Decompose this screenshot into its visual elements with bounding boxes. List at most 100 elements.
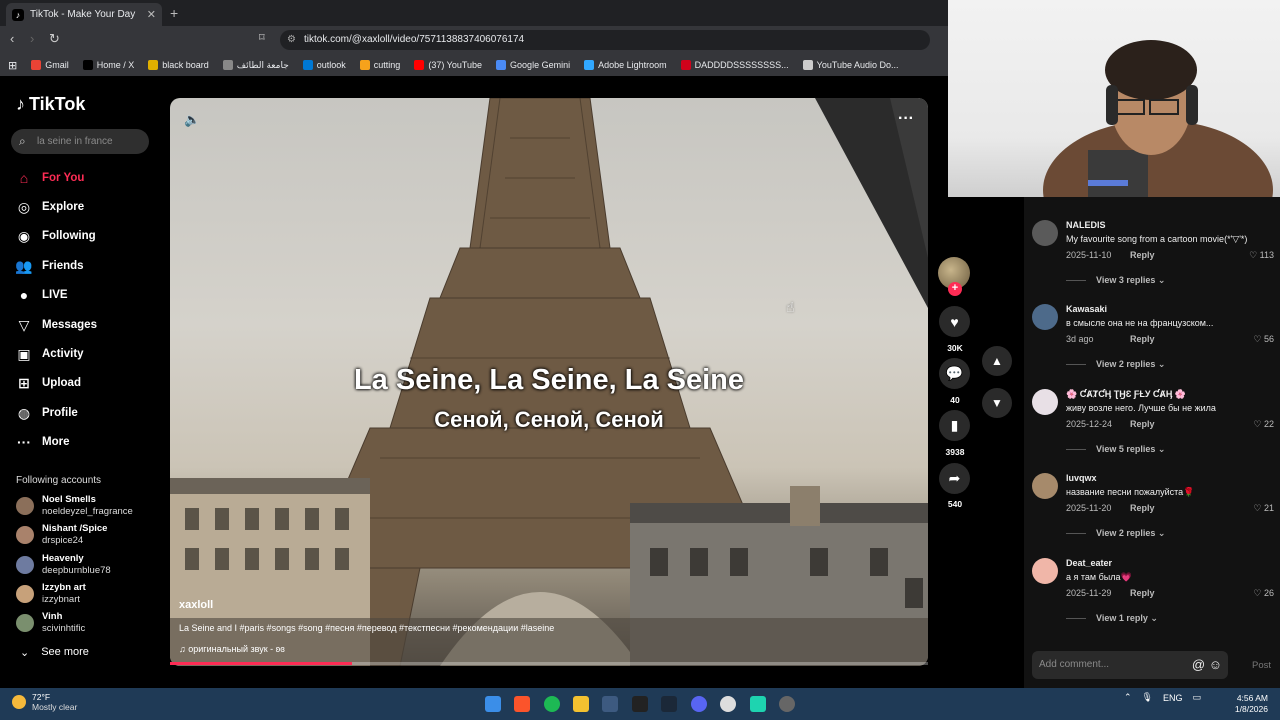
- previous-video-button[interactable]: ▲: [982, 346, 1012, 376]
- following-account[interactable]: Noel Smells noeldeyzel_fragrance: [16, 494, 133, 518]
- sidebar-item-live[interactable]: ● LIVE: [16, 287, 68, 303]
- avatar[interactable]: [1032, 220, 1058, 246]
- file-explorer-icon[interactable]: [573, 696, 589, 712]
- bookmark-item[interactable]: Google Gemini: [496, 60, 570, 70]
- comment-like-button[interactable]: ♡ 113: [1249, 250, 1274, 261]
- sidebar-item-activity[interactable]: ▣ Activity: [16, 346, 83, 362]
- sidebar-item-for-you[interactable]: ⌂ For You: [16, 170, 85, 186]
- language-indicator[interactable]: ENG: [1163, 693, 1183, 703]
- share-button[interactable]: ➦: [939, 463, 970, 494]
- sidebar-item-friends[interactable]: 👥 Friends: [15, 258, 83, 274]
- bookmark-item[interactable]: Home / X: [82, 60, 134, 70]
- bookmark-item[interactable]: Adobe Lightroom: [584, 60, 667, 70]
- following-account[interactable]: Nishant /Spice drspice24: [16, 523, 107, 547]
- comment-username[interactable]: NALEDIS: [1066, 220, 1106, 230]
- follow-plus-icon[interactable]: +: [948, 282, 962, 296]
- bookmark-item[interactable]: cutting: [359, 60, 401, 70]
- bookmark-item[interactable]: black board: [148, 60, 209, 70]
- mic-icon[interactable]: 🎙: [1142, 692, 1153, 703]
- mention-emoji-icons[interactable]: @ ☺: [1192, 651, 1222, 679]
- sidebar-item-more[interactable]: ··· More: [16, 434, 69, 450]
- add-comment-input[interactable]: Add comment... @ ☺: [1032, 651, 1228, 679]
- account-name: Nishant /Spice: [42, 523, 108, 534]
- close-tab-icon[interactable]: ✕: [147, 8, 156, 21]
- bookmark-item[interactable]: DADDDDSSSSSSSS...: [680, 60, 789, 70]
- address-bar[interactable]: ⚙ tiktok.com/@xaxloll/video/757113883740…: [280, 30, 930, 50]
- comment-username[interactable]: Deat_eater: [1066, 558, 1112, 568]
- avatar[interactable]: [1032, 389, 1058, 415]
- new-tab-icon[interactable]: +: [170, 5, 178, 21]
- view-replies-button[interactable]: View 3 replies ⌄: [1066, 275, 1165, 286]
- avatar[interactable]: [1032, 304, 1058, 330]
- bookmark-item[interactable]: YouTube Audio Do...: [802, 60, 899, 70]
- see-more-button[interactable]: ⌄ See more: [20, 646, 89, 659]
- brave-icon[interactable]: [514, 696, 530, 712]
- bookmark-item[interactable]: جامعة الطائف: [222, 60, 289, 71]
- account-name: Izzybn art: [42, 582, 86, 593]
- bookmark-label: cutting: [373, 60, 401, 70]
- sidebar-item-explore[interactable]: ◎ Explore: [16, 199, 84, 215]
- bookmark-item[interactable]: outlook: [302, 60, 346, 70]
- clock[interactable]: 4:56 AM 1/8/2026: [1232, 693, 1268, 715]
- comment-like-button[interactable]: ♡ 26: [1253, 588, 1274, 599]
- comment-like-button[interactable]: ♡ 56: [1253, 334, 1274, 345]
- network-icon[interactable]: ▭: [1193, 692, 1202, 703]
- view-replies-button[interactable]: View 1 reply ⌄: [1066, 613, 1158, 624]
- bookmark-item[interactable]: Gmail: [31, 60, 69, 70]
- upload-icon: ⊞: [18, 374, 30, 391]
- sidebar-item-upload[interactable]: ⊞ Upload: [16, 375, 81, 391]
- comment-button[interactable]: 💬: [939, 358, 970, 389]
- following-account[interactable]: Izzybn art izzybnart: [16, 582, 86, 606]
- avatar[interactable]: [1032, 558, 1058, 584]
- following-account[interactable]: Heavenly deepburnblue78: [16, 553, 111, 577]
- obs-icon[interactable]: [779, 696, 795, 712]
- site-info-icon[interactable]: ⚙: [287, 30, 296, 50]
- bookmark-item[interactable]: (37) YouTube: [414, 60, 482, 70]
- reply-button[interactable]: Reply: [1130, 250, 1155, 260]
- volume-icon[interactable]: 🔈: [184, 112, 200, 128]
- reply-button[interactable]: Reply: [1130, 419, 1155, 429]
- steam-icon[interactable]: [661, 696, 677, 712]
- next-video-button[interactable]: ▼: [982, 388, 1012, 418]
- save-button[interactable]: ▮: [939, 410, 970, 441]
- comment-like-button[interactable]: ♡ 22: [1253, 419, 1274, 430]
- app2-icon[interactable]: [750, 696, 766, 712]
- app-icon[interactable]: [602, 696, 618, 712]
- tray-chevron-icon[interactable]: ⌃: [1124, 692, 1132, 703]
- discord-icon[interactable]: [691, 696, 707, 712]
- forward-icon[interactable]: ›: [30, 31, 34, 46]
- comment-username[interactable]: 🌸 ƇȺȾƇӉ ƮӇƐ ƑȽУ ƇȺӉ 🌸: [1066, 389, 1186, 400]
- comment-username[interactable]: luvqwx: [1066, 473, 1097, 483]
- start-icon[interactable]: [485, 696, 501, 712]
- sidebar-item-messages[interactable]: ▽ Messages: [16, 317, 97, 333]
- view-replies-button[interactable]: View 5 replies ⌄: [1066, 444, 1165, 455]
- post-button[interactable]: Post: [1252, 660, 1271, 671]
- back-icon[interactable]: ‹: [10, 31, 14, 46]
- weather-widget[interactable]: 72°F Mostly clear: [12, 692, 77, 712]
- reload-icon[interactable]: ↻: [49, 31, 60, 47]
- bookmark-page-icon[interactable]: ⌑: [259, 31, 265, 44]
- view-replies-button[interactable]: View 2 replies ⌄: [1066, 528, 1165, 539]
- comment-like-button[interactable]: ♡ 21: [1253, 503, 1274, 514]
- avatar[interactable]: [1032, 473, 1058, 499]
- reply-button[interactable]: Reply: [1130, 588, 1155, 598]
- sidebar-item-following[interactable]: ◉ Following: [16, 228, 96, 244]
- video-music[interactable]: ♫ оригинальный звук - ʚɞ: [179, 644, 285, 654]
- apps-icon[interactable]: ⊞: [8, 59, 17, 72]
- search-input[interactable]: ⌕ la seine in france: [11, 129, 149, 154]
- video-progress-bar[interactable]: [170, 662, 928, 665]
- comment-username[interactable]: Kawasaki: [1066, 304, 1107, 314]
- tiktok-logo[interactable]: ♪ TikTok: [16, 94, 85, 115]
- sidebar-item-profile[interactable]: ◍ Profile: [16, 405, 78, 421]
- more-options-icon[interactable]: ···: [898, 110, 914, 128]
- video-author[interactable]: xaxloll: [179, 599, 213, 611]
- like-button[interactable]: ♥: [939, 306, 970, 337]
- browser-tab[interactable]: ♪ TikTok - Make Your Day ✕: [6, 3, 162, 26]
- reply-button[interactable]: Reply: [1130, 334, 1155, 344]
- spotify-icon[interactable]: [544, 696, 560, 712]
- epic-games-icon[interactable]: [632, 696, 648, 712]
- view-replies-button[interactable]: View 2 replies ⌄: [1066, 359, 1165, 370]
- following-account[interactable]: Vinh scivinhtific: [16, 611, 85, 635]
- reply-button[interactable]: Reply: [1130, 503, 1155, 513]
- settings-gear-icon[interactable]: [720, 696, 736, 712]
